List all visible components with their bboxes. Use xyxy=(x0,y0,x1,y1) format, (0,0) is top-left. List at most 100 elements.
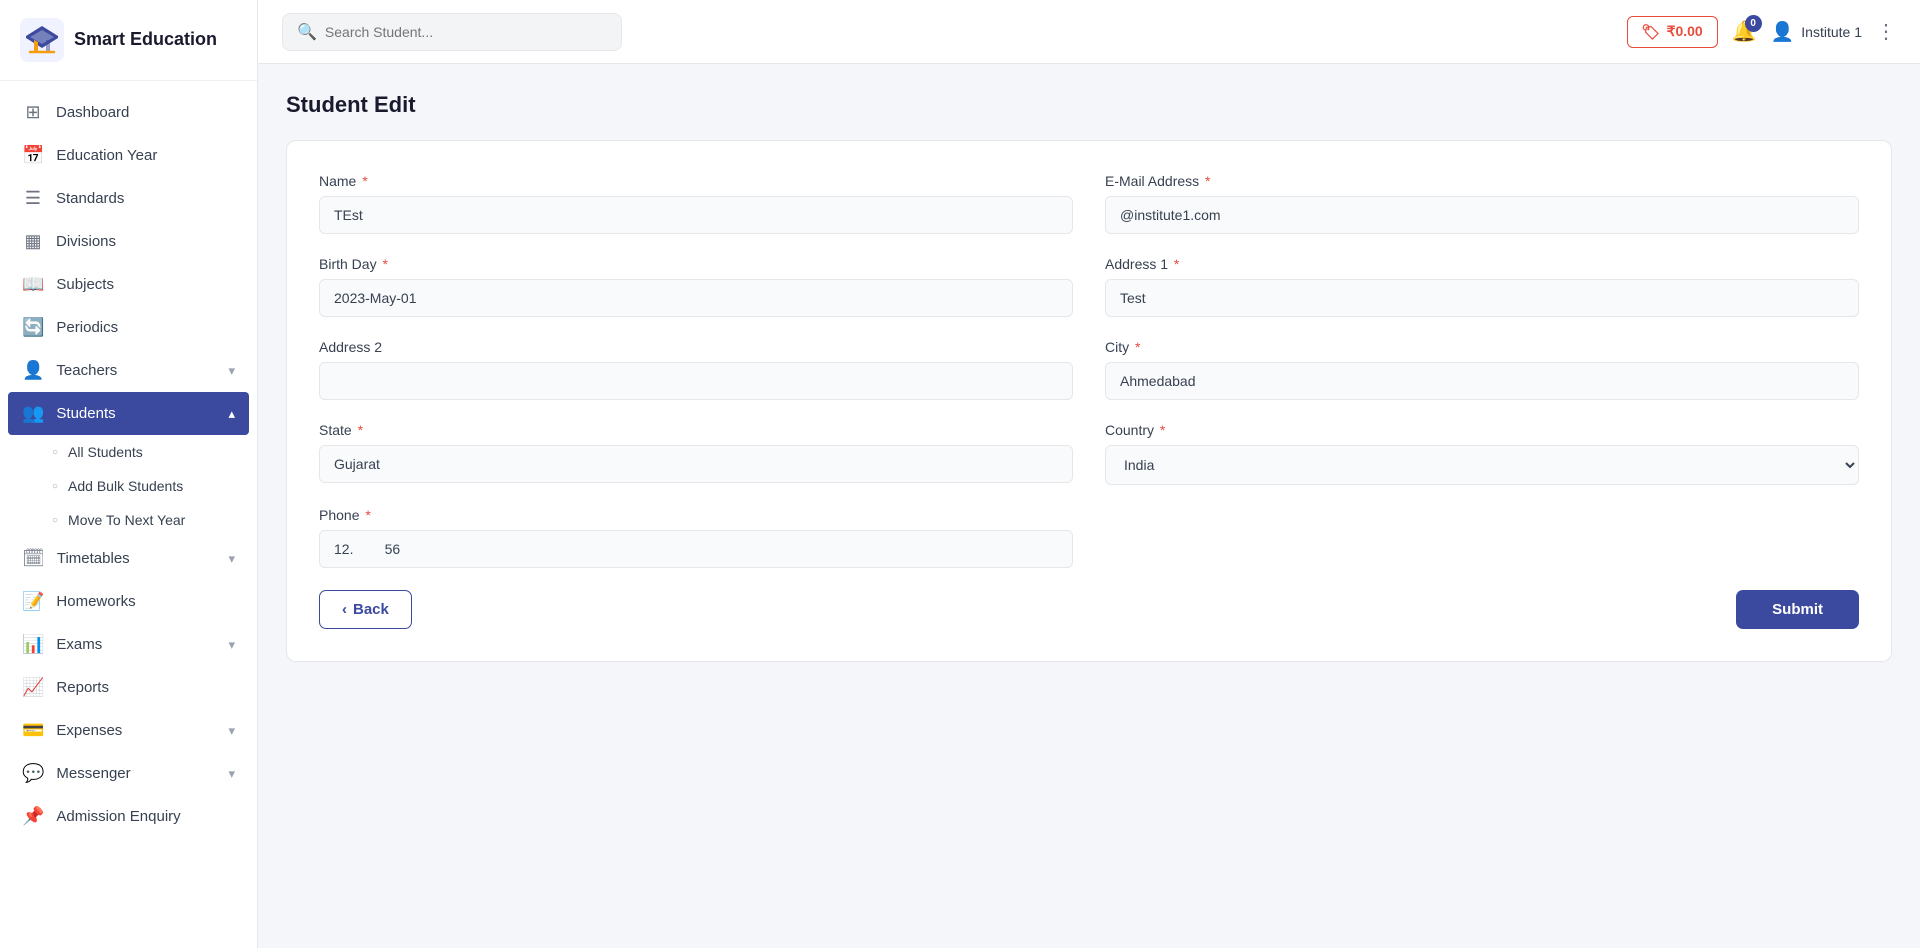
sidebar-item-label: Admission Enquiry xyxy=(56,808,180,825)
sub-item-label: Add Bulk Students xyxy=(68,478,183,494)
back-button[interactable]: ‹ Back xyxy=(319,590,412,629)
sidebar-item-divisions[interactable]: ▦ Divisions xyxy=(0,220,257,263)
sidebar-item-homeworks[interactable]: 📝 Homeworks xyxy=(0,580,257,623)
phone-group: Phone * xyxy=(319,507,1073,568)
submit-button[interactable]: Submit xyxy=(1736,590,1859,629)
city-required: * xyxy=(1131,339,1140,355)
dashboard-icon: ⊞ xyxy=(22,102,44,123)
phone-input[interactable] xyxy=(319,530,1073,568)
birthday-required: * xyxy=(379,256,388,272)
sidebar-item-reports[interactable]: 📈 Reports xyxy=(0,666,257,709)
app-logo-icon xyxy=(20,18,64,62)
sidebar-item-exams[interactable]: 📊 Exams ▾ xyxy=(0,623,257,666)
birthday-label: Birth Day * xyxy=(319,256,1073,272)
user-name: Institute 1 xyxy=(1801,24,1862,40)
birthday-input[interactable] xyxy=(319,279,1073,317)
city-input[interactable] xyxy=(1105,362,1859,400)
address1-group: Address 1 * xyxy=(1105,256,1859,317)
sidebar-sub-item-all-students[interactable]: ○ All Students xyxy=(0,435,257,469)
country-select[interactable]: India United States United Kingdom xyxy=(1105,445,1859,485)
periodics-icon: 🔄 xyxy=(22,317,44,338)
education-year-icon: 📅 xyxy=(22,145,44,166)
city-label: City * xyxy=(1105,339,1859,355)
form-actions: ‹ Back Submit xyxy=(319,590,1859,629)
wallet-button[interactable]: 🏷 ₹0.00 xyxy=(1627,16,1718,48)
sub-item-label: All Students xyxy=(68,444,143,460)
back-label: Back xyxy=(353,601,389,618)
exams-icon: 📊 xyxy=(22,634,44,655)
country-label: Country * xyxy=(1105,422,1859,438)
divisions-icon: ▦ xyxy=(22,231,44,252)
sidebar-item-dashboard[interactable]: ⊞ Dashboard xyxy=(0,91,257,134)
user-menu[interactable]: 👤 Institute 1 xyxy=(1771,20,1862,44)
sidebar-item-teachers[interactable]: 👤 Teachers ▾ xyxy=(0,349,257,392)
state-label: State * xyxy=(319,422,1073,438)
state-required: * xyxy=(354,422,363,438)
phone-required: * xyxy=(361,507,370,523)
sidebar-sub-item-add-bulk-students[interactable]: ○ Add Bulk Students xyxy=(0,469,257,503)
sidebar-item-label: Homeworks xyxy=(56,593,135,610)
sub-item-label: Move To Next Year xyxy=(68,512,185,528)
sidebar-item-messenger[interactable]: 💬 Messenger ▾ xyxy=(0,752,257,795)
sidebar-item-education-year[interactable]: 📅 Education Year xyxy=(0,134,257,177)
sidebar-item-label: Divisions xyxy=(56,233,116,250)
form-row-3: Address 2 City * xyxy=(319,339,1859,400)
students-sub-menu: ○ All Students ○ Add Bulk Students ○ Mov… xyxy=(0,435,257,537)
address1-input[interactable] xyxy=(1105,279,1859,317)
search-input[interactable] xyxy=(325,24,607,40)
homeworks-icon: 📝 xyxy=(22,591,44,612)
form-row-2: Birth Day * Address 1 * xyxy=(319,256,1859,317)
main-content: Student Edit Name * E-Mail Address * xyxy=(258,64,1920,948)
email-label: E-Mail Address * xyxy=(1105,173,1859,189)
city-group: City * xyxy=(1105,339,1859,400)
student-edit-form-card: Name * E-Mail Address * Birth Day * xyxy=(286,140,1892,662)
email-input[interactable] xyxy=(1105,196,1859,234)
topbar-right: 🏷 ₹0.00 🔔 0 👤 Institute 1 ⋮ xyxy=(1627,16,1896,48)
sidebar-item-subjects[interactable]: 📖 Subjects xyxy=(0,263,257,306)
sidebar-item-label: Reports xyxy=(56,679,109,696)
sidebar: Smart Education ⊞ Dashboard 📅 Education … xyxy=(0,0,258,948)
sidebar-item-timetables[interactable]: 🗓 Timetables ▾ xyxy=(0,537,257,580)
wallet-amount: ₹0.00 xyxy=(1667,23,1703,40)
sidebar-item-periodics[interactable]: 🔄 Periodics xyxy=(0,306,257,349)
back-arrow-icon: ‹ xyxy=(342,601,347,618)
sub-dot-icon: ○ xyxy=(52,515,58,526)
more-options-button[interactable]: ⋮ xyxy=(1876,19,1896,44)
sidebar-item-expenses[interactable]: 💳 Expenses ▾ xyxy=(0,709,257,752)
country-required: * xyxy=(1156,422,1165,438)
name-label: Name * xyxy=(319,173,1073,189)
sub-dot-icon: ○ xyxy=(52,447,58,458)
chevron-down-icon: ▾ xyxy=(228,723,235,739)
notification-badge: 0 xyxy=(1745,15,1762,32)
name-required: * xyxy=(358,173,367,189)
form-row-1: Name * E-Mail Address * xyxy=(319,173,1859,234)
notification-button[interactable]: 🔔 0 xyxy=(1732,19,1757,44)
sidebar-item-standards[interactable]: ☰ Standards xyxy=(0,177,257,220)
sidebar-item-label: Education Year xyxy=(56,147,157,164)
page-title: Student Edit xyxy=(286,92,1892,118)
phone-label: Phone * xyxy=(319,507,1073,523)
email-required: * xyxy=(1201,173,1210,189)
submit-label: Submit xyxy=(1772,601,1823,618)
address2-input[interactable] xyxy=(319,362,1073,400)
state-input[interactable] xyxy=(319,445,1073,483)
chevron-up-icon: ▴ xyxy=(228,406,235,422)
main-area: 🔍 🏷 ₹0.00 🔔 0 👤 Institute 1 ⋮ Student Ed… xyxy=(258,0,1920,948)
address2-label: Address 2 xyxy=(319,339,1073,355)
name-input[interactable] xyxy=(319,196,1073,234)
sidebar-item-admission-enquiry[interactable]: 📌 Admission Enquiry xyxy=(0,795,257,838)
sidebar-item-label: Teachers xyxy=(56,362,117,379)
search-box[interactable]: 🔍 xyxy=(282,13,622,51)
messenger-icon: 💬 xyxy=(22,763,44,784)
sidebar-item-students[interactable]: 👥 Students ▴ xyxy=(8,392,249,435)
sidebar-item-label: Exams xyxy=(56,636,102,653)
wallet-icon: 🏷 xyxy=(1642,23,1661,41)
user-icon: 👤 xyxy=(1771,20,1795,44)
email-group: E-Mail Address * xyxy=(1105,173,1859,234)
name-group: Name * xyxy=(319,173,1073,234)
sidebar-sub-item-move-to-next-year[interactable]: ○ Move To Next Year xyxy=(0,503,257,537)
sidebar-logo: Smart Education xyxy=(0,0,257,81)
sidebar-item-label: Expenses xyxy=(56,722,122,739)
form-row-4: State * Country * India United States Un… xyxy=(319,422,1859,485)
address1-required: * xyxy=(1170,256,1179,272)
